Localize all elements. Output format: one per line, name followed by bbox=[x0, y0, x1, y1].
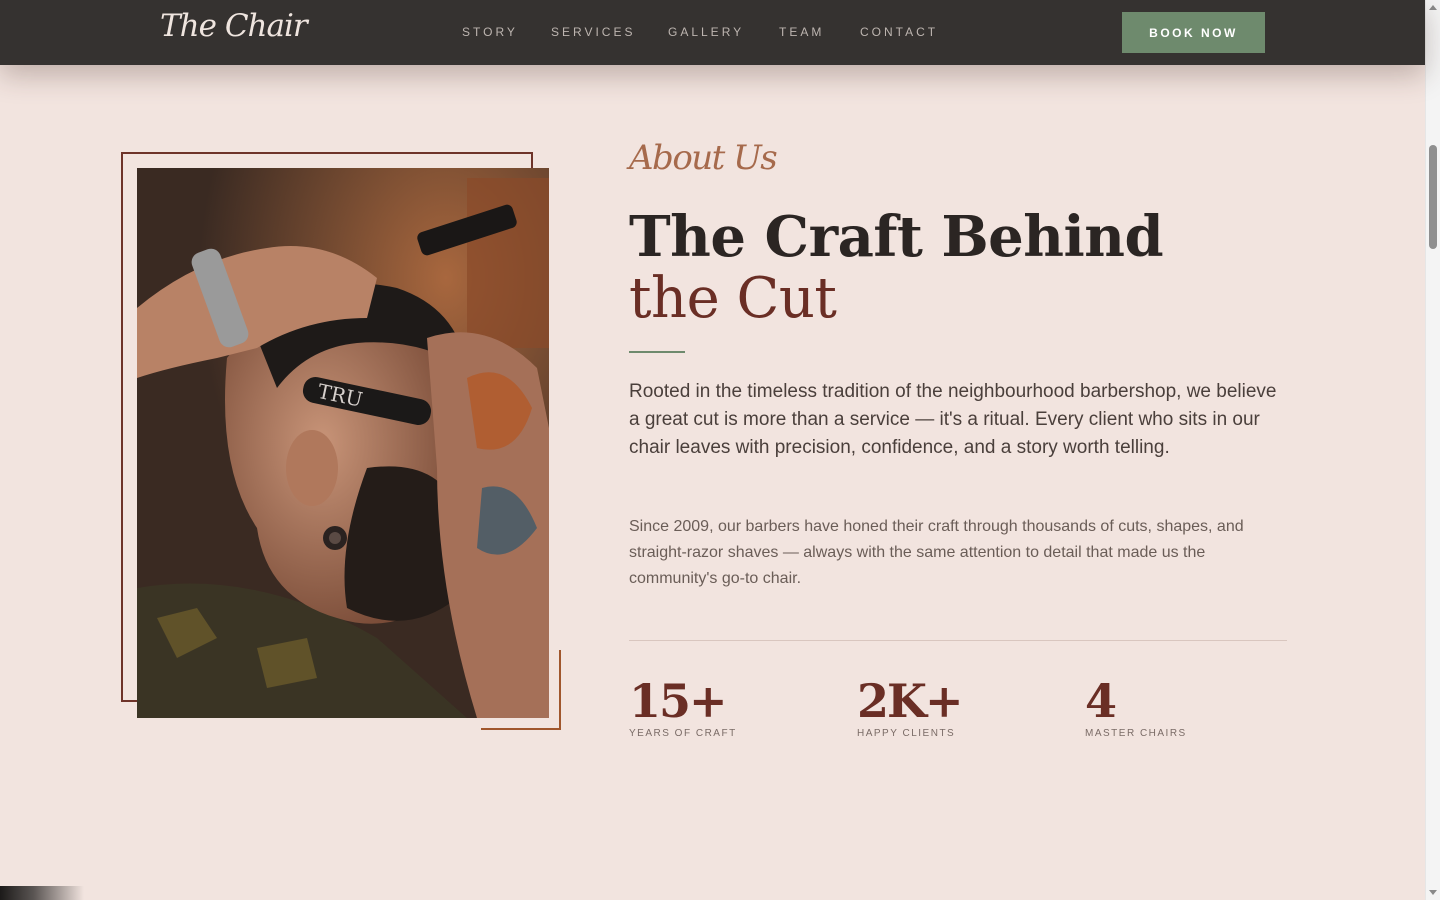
nav-link-gallery[interactable]: GALLERY bbox=[668, 25, 744, 39]
nav-link-services[interactable]: SERVICES bbox=[551, 25, 635, 39]
page-scrollbar[interactable] bbox=[1425, 0, 1440, 900]
section-headline: The Craft Behind the Cut bbox=[629, 206, 1329, 330]
stat-label: MASTER CHAIRS bbox=[1085, 728, 1187, 739]
headline-line-2: the Cut bbox=[629, 266, 837, 331]
stat-years: 15+ YEARS OF CRAFT bbox=[629, 673, 737, 739]
scroll-down-arrow-icon[interactable] bbox=[1429, 890, 1437, 895]
nav-link-team[interactable]: TEAM bbox=[779, 25, 824, 39]
headline-divider bbox=[629, 351, 685, 353]
stat-label: HAPPY CLIENTS bbox=[857, 728, 956, 739]
barber-photo-illustration: TRU bbox=[137, 168, 549, 718]
scroll-up-arrow-icon[interactable] bbox=[1429, 5, 1437, 10]
next-section-peek bbox=[0, 886, 84, 900]
section-eyebrow: About Us bbox=[629, 138, 778, 178]
nav-link-story[interactable]: STORY bbox=[462, 25, 518, 39]
barber-photo: TRU bbox=[137, 168, 549, 718]
site-logo[interactable]: The Chair bbox=[160, 8, 308, 44]
stat-value: 15+ bbox=[629, 674, 728, 728]
body-paragraph: Since 2009, our barbers have honed their… bbox=[629, 518, 1244, 587]
stat-value: 4 bbox=[1085, 674, 1117, 728]
lead-paragraph: Rooted in the timeless tradition of the … bbox=[629, 381, 1277, 458]
headline-line-1: The Craft Behind bbox=[629, 204, 1164, 270]
stat-label: YEARS OF CRAFT bbox=[629, 728, 737, 739]
nav-link-contact[interactable]: CONTACT bbox=[860, 25, 938, 39]
stats-divider bbox=[629, 640, 1287, 641]
stat-chairs: 4 MASTER CHAIRS bbox=[1085, 673, 1187, 739]
stat-clients: 2K+ HAPPY CLIENTS bbox=[857, 673, 964, 739]
stat-value: 2K+ bbox=[857, 674, 964, 728]
book-now-button[interactable]: BOOK NOW bbox=[1122, 12, 1265, 53]
scrollbar-thumb[interactable] bbox=[1429, 145, 1437, 249]
navbar: The Chair STORY SERVICES GALLERY TEAM CO… bbox=[0, 0, 1425, 65]
